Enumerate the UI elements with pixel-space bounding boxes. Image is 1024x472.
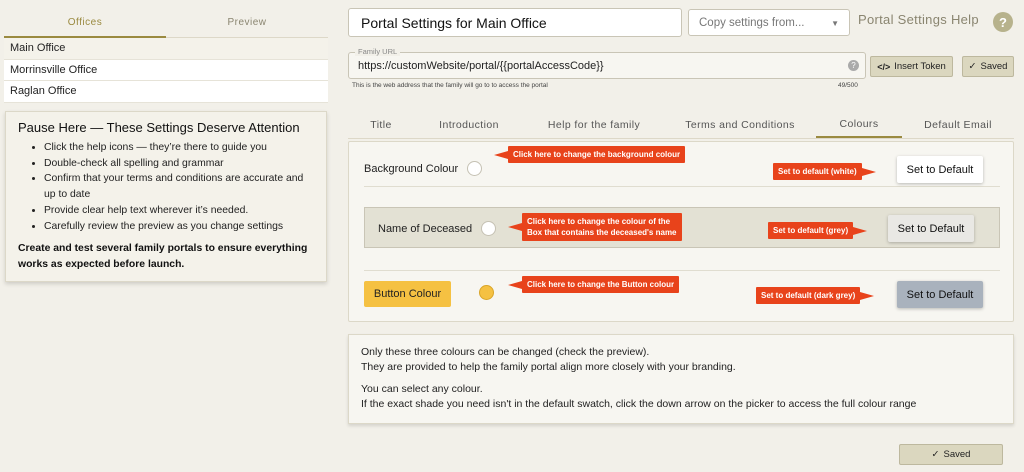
code-icon: </> bbox=[877, 61, 891, 72]
insert-token-label: Insert Token bbox=[894, 61, 946, 72]
saved-button-top[interactable]: ✓ Saved bbox=[962, 56, 1014, 77]
chevron-down-icon: ▼ bbox=[831, 19, 839, 28]
tab-title[interactable]: Title bbox=[348, 112, 414, 138]
attention-footer: Create and test several family portals t… bbox=[18, 243, 308, 270]
attention-item: Click the help icons — they’re there to … bbox=[44, 140, 314, 156]
button-colour-swatch[interactable] bbox=[479, 285, 494, 300]
tab-colours[interactable]: Colours bbox=[816, 112, 902, 138]
divider bbox=[364, 186, 1000, 187]
insert-token-button[interactable]: </> Insert Token bbox=[870, 56, 953, 77]
attention-title: Pause Here — These Settings Deserve Atte… bbox=[18, 120, 300, 135]
button-default-callout: Set to default (dark grey) bbox=[756, 287, 875, 304]
attention-item: Provide clear help text wherever it’s ne… bbox=[44, 203, 314, 219]
office-item-main[interactable]: Main Office bbox=[4, 38, 328, 60]
attention-item: Confirm that your terms and conditions a… bbox=[44, 171, 314, 202]
copy-settings-select[interactable]: Copy settings from... ▼ bbox=[688, 9, 850, 36]
tab-introduction[interactable]: Introduction bbox=[414, 112, 524, 138]
url-hint: This is the web address that the family … bbox=[352, 82, 548, 89]
url-char-count: 49/500 bbox=[838, 82, 858, 89]
saved-label: Saved bbox=[980, 61, 1008, 72]
settings-tabs: Title Introduction Help for the family T… bbox=[348, 112, 1014, 139]
background-colour-swatch[interactable] bbox=[467, 161, 482, 176]
attention-panel: Pause Here — These Settings Deserve Atte… bbox=[5, 111, 327, 282]
tab-help-for-family[interactable]: Help for the family bbox=[524, 112, 664, 138]
deceased-callout-line2: Box that contains the deceased's name bbox=[527, 228, 677, 237]
background-default-callout: Set to default (white) bbox=[773, 163, 876, 180]
button-set-default-button[interactable]: Set to Default bbox=[897, 281, 983, 308]
url-help-icon[interactable]: ? bbox=[848, 60, 859, 71]
family-url-field[interactable]: Family URL https://customWebsite/portal/… bbox=[348, 47, 866, 79]
deceased-default-callout: Set to default (grey) bbox=[768, 222, 868, 239]
tab-preview[interactable]: Preview bbox=[166, 8, 328, 38]
background-colour-label: Background Colour bbox=[364, 163, 459, 175]
deceased-callout-line1: Click here to change the colour of the bbox=[527, 217, 671, 226]
help-icon[interactable]: ? bbox=[993, 12, 1013, 32]
copy-settings-placeholder: Copy settings from... bbox=[699, 16, 805, 29]
info-line: You can select any colour. bbox=[361, 383, 483, 395]
saved-label: Saved bbox=[943, 449, 971, 460]
attention-list: Click the help icons — they’re there to … bbox=[18, 140, 314, 234]
background-colour-callout: Click here to change the background colo… bbox=[493, 146, 686, 163]
deceased-colour-swatch[interactable] bbox=[481, 221, 496, 236]
deceased-set-default-button[interactable]: Set to Default bbox=[888, 215, 974, 242]
family-url-value[interactable]: https://customWebsite/portal/{{portalAcc… bbox=[358, 60, 604, 72]
colours-info-box: Only these three colours can be changed … bbox=[348, 334, 1014, 424]
deceased-colour-label: Name of Deceased bbox=[378, 223, 473, 235]
help-title: Portal Settings Help bbox=[858, 12, 979, 27]
check-icon: ✓ bbox=[931, 449, 940, 460]
family-url-label: Family URL bbox=[355, 47, 401, 56]
left-tab-bar: Offices Preview bbox=[4, 8, 328, 38]
deceased-colour-callout: Click here to change the colour of the B… bbox=[508, 213, 682, 241]
tab-default-email[interactable]: Default Email bbox=[902, 112, 1014, 138]
background-set-default-button[interactable]: Set to Default bbox=[897, 156, 983, 183]
check-icon: ✓ bbox=[968, 61, 977, 72]
info-line: Only these three colours can be changed … bbox=[361, 346, 650, 358]
tab-terms-conditions[interactable]: Terms and Conditions bbox=[664, 112, 816, 138]
office-item-morrinsville[interactable]: Morrinsville Office bbox=[4, 59, 328, 81]
button-colour-preview[interactable]: Button Colour bbox=[364, 281, 451, 307]
tab-offices[interactable]: Offices bbox=[4, 8, 166, 38]
button-colour-callout: Click here to change the Button colour bbox=[507, 276, 680, 293]
info-line: If the exact shade you need isn't in the… bbox=[361, 397, 917, 410]
saved-button-bottom[interactable]: ✓ Saved bbox=[899, 444, 1003, 465]
info-line: They are provided to help the family por… bbox=[361, 360, 736, 373]
attention-item: Carefully review the preview as you chan… bbox=[44, 219, 314, 235]
divider bbox=[364, 270, 1000, 271]
attention-item: Double-check all spelling and grammar bbox=[44, 156, 314, 172]
portal-title-field[interactable]: Portal Settings for Main Office bbox=[348, 8, 682, 37]
office-item-raglan[interactable]: Raglan Office bbox=[4, 81, 328, 103]
office-list: Main Office Morrinsville Office Raglan O… bbox=[4, 38, 328, 103]
